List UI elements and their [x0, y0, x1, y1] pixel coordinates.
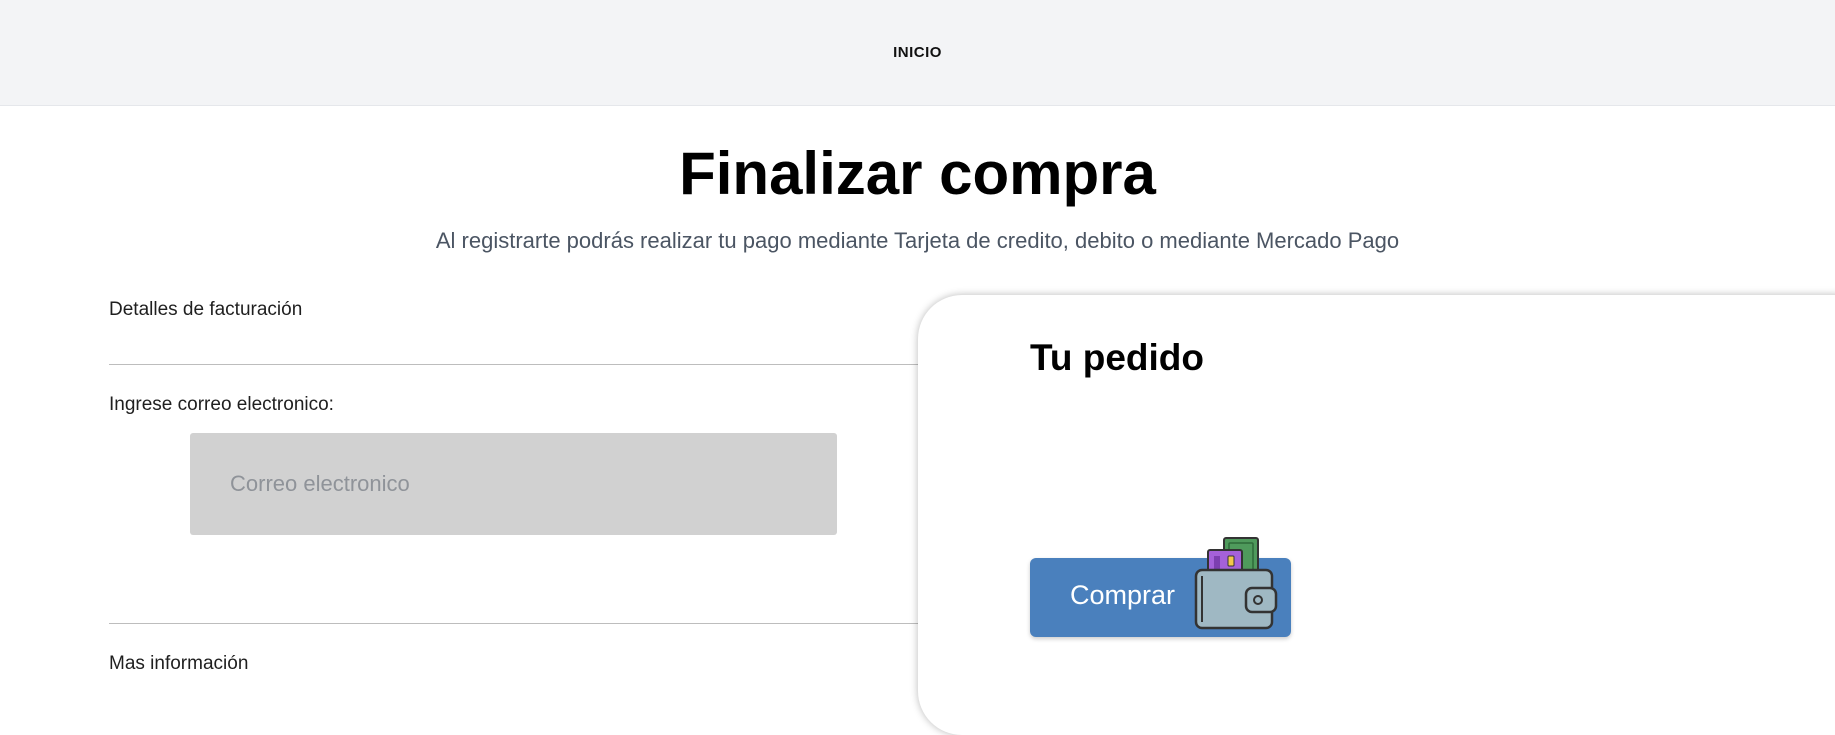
billing-divider-top — [109, 364, 929, 365]
wallet-icon — [1194, 536, 1278, 630]
page-title: Finalizar compra — [679, 140, 1156, 207]
buy-button[interactable]: Comprar — [1030, 537, 1291, 637]
billing-details-heading: Detalles de facturación — [109, 299, 303, 320]
billing-divider-bottom — [109, 623, 929, 624]
nav-link-inicio[interactable]: INICIO — [0, 44, 1835, 61]
more-info-heading: Mas información — [109, 653, 249, 674]
email-input[interactable] — [190, 433, 837, 535]
order-title: Tu pedido — [1030, 337, 1204, 378]
page-subtitle: Al registrarte podrás realizar tu pago m… — [435, 228, 1400, 253]
buy-button-label: Comprar — [1070, 580, 1176, 610]
email-label: Ingrese correo electronico: — [109, 394, 334, 415]
top-nav-bar: INICIO — [0, 0, 1835, 106]
